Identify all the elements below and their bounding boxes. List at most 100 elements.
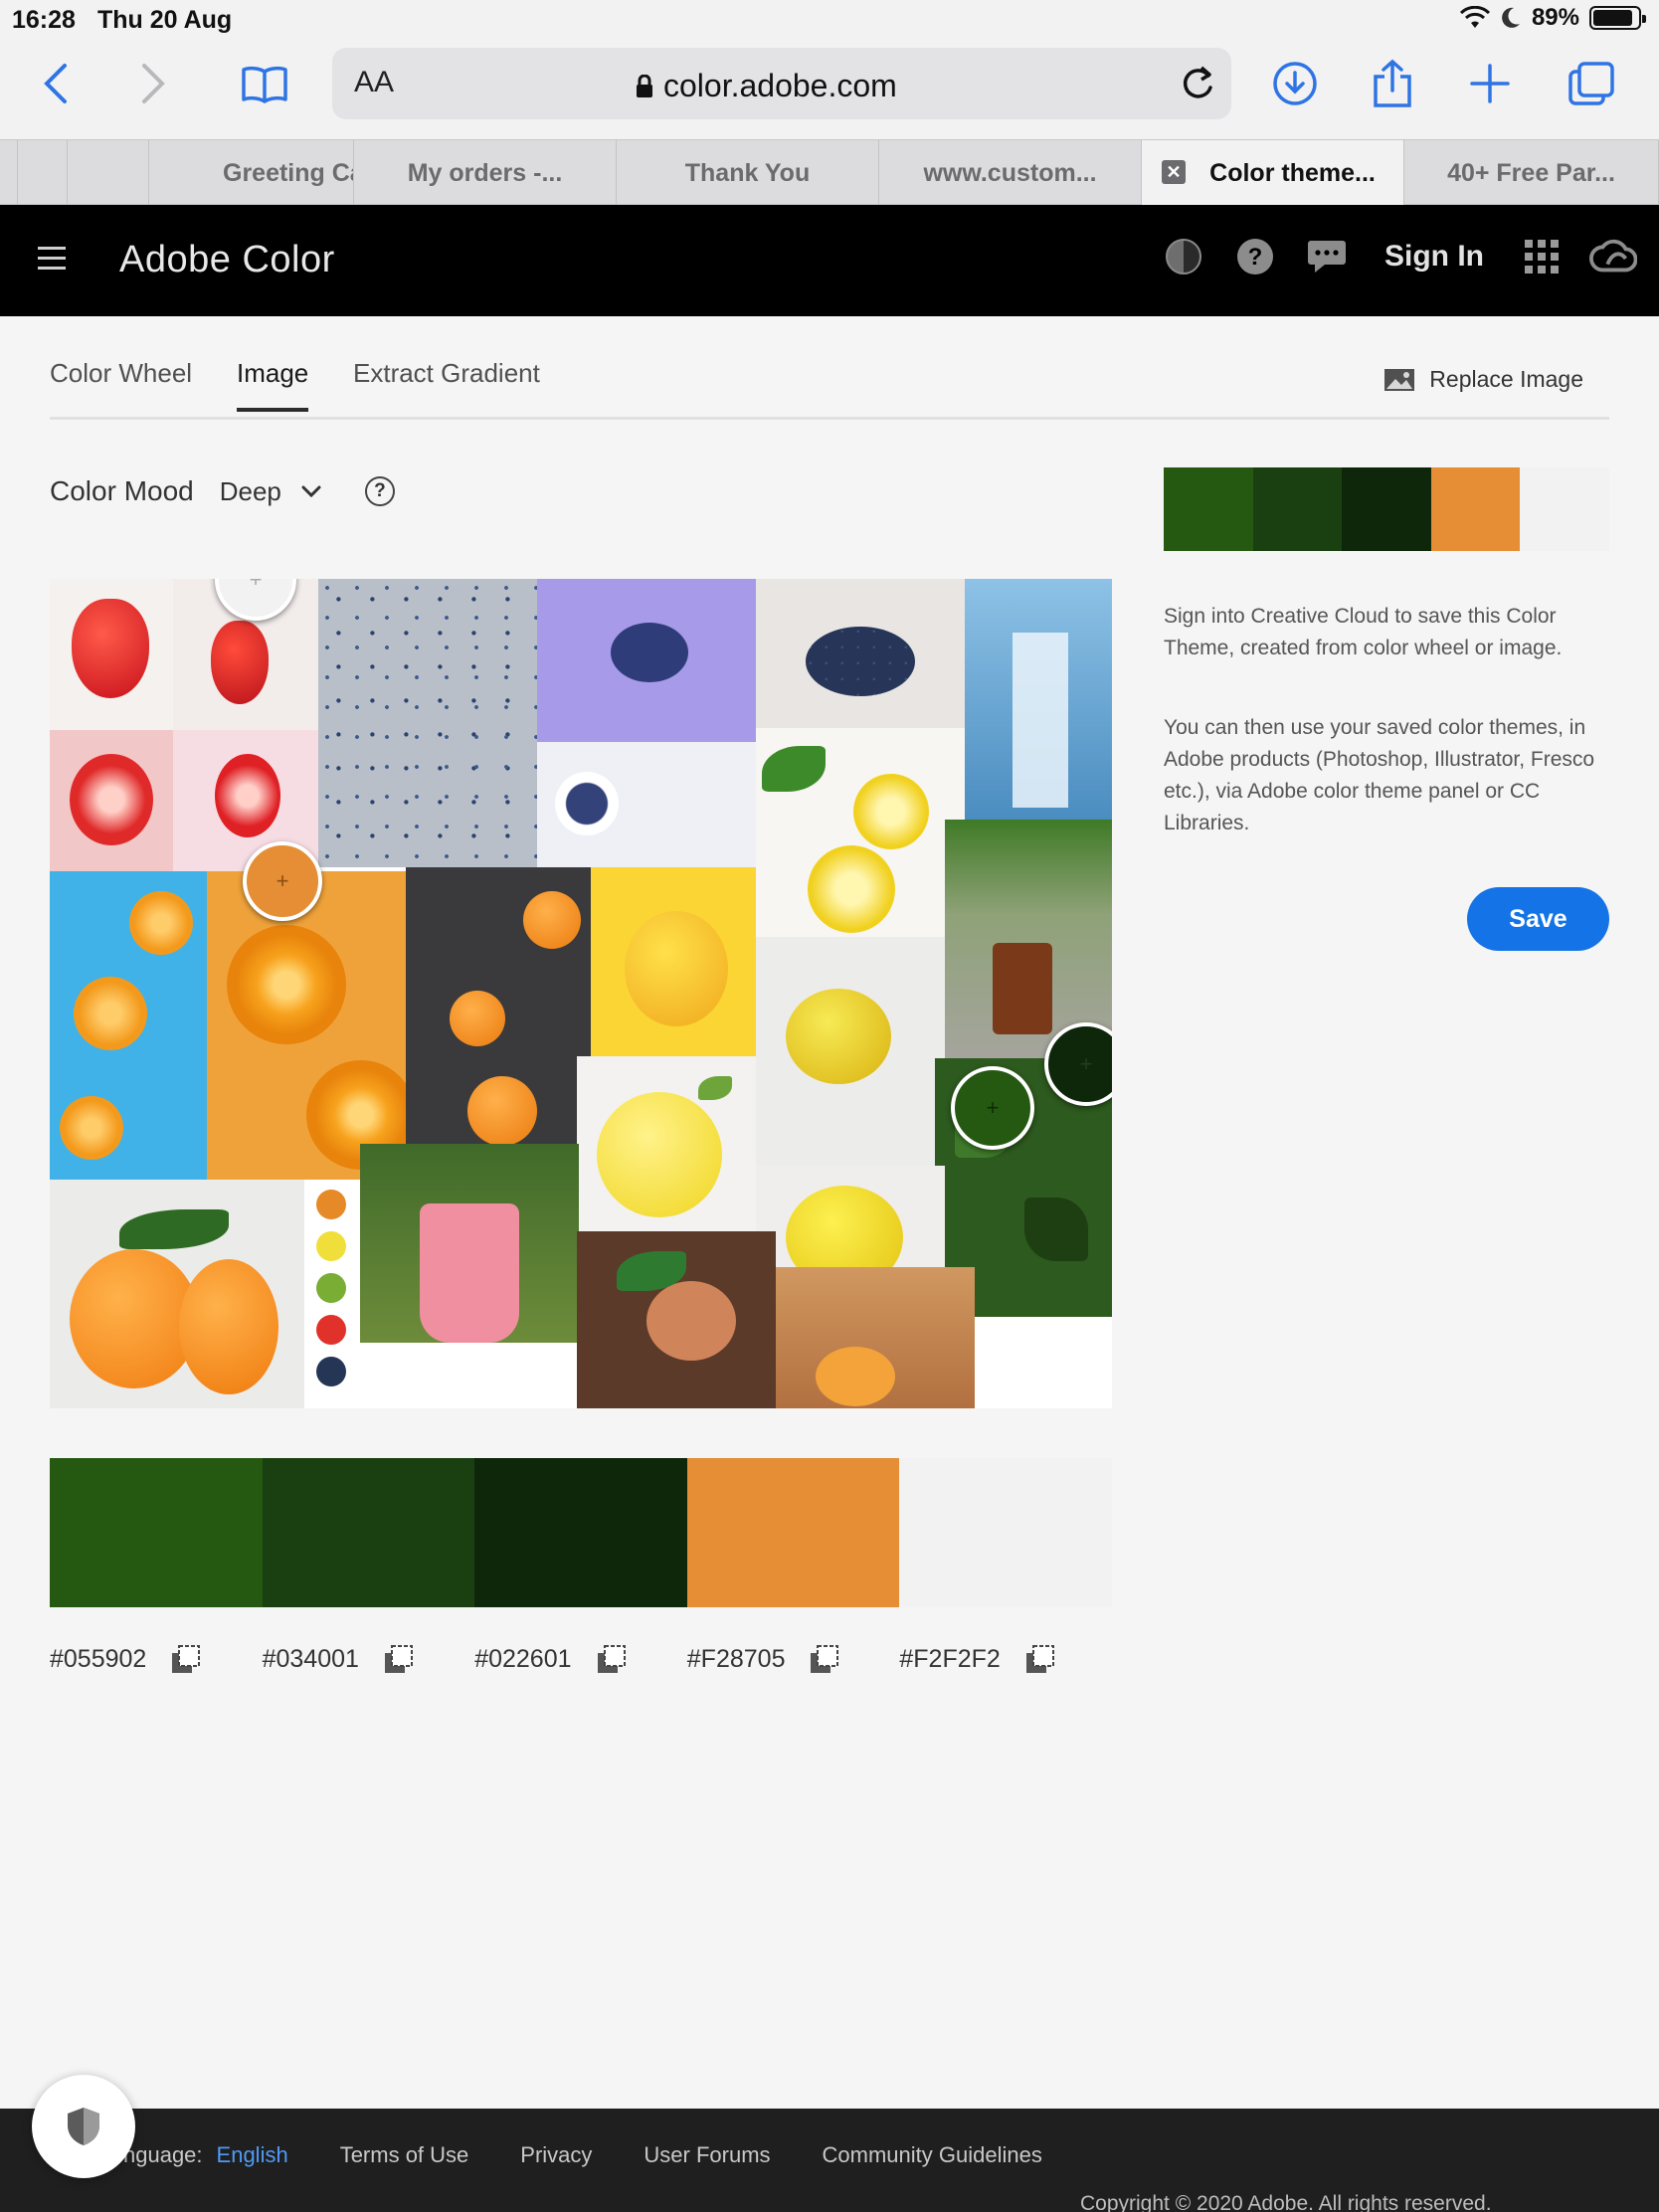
image-tile [756, 579, 965, 728]
creative-cloud-icon[interactable] [1589, 233, 1637, 280]
browser-toolbar: AA color.adobe.com [0, 40, 1659, 139]
theme-swatch[interactable] [1430, 467, 1521, 551]
reader-aa-button[interactable]: AA [354, 66, 394, 99]
browser-tab[interactable]: My orders -... [354, 140, 617, 206]
download-icon [1273, 62, 1317, 105]
mood-help-icon[interactable]: ? [364, 476, 395, 506]
footer-link-forums[interactable]: User Forums [644, 2142, 770, 2168]
tab-stack[interactable] [18, 140, 68, 206]
image-tile [50, 730, 173, 871]
privacy-shield-button[interactable] [32, 2075, 135, 2178]
color-picker-handle[interactable]: + [243, 841, 322, 921]
language-label: nguage: [123, 2142, 203, 2167]
tab-color-wheel[interactable]: Color Wheel [50, 358, 192, 389]
image-tile [304, 1180, 360, 1408]
share-button[interactable] [1363, 54, 1422, 113]
help-icon[interactable]: ? [1231, 233, 1279, 280]
reload-icon [1183, 66, 1212, 98]
battery-level [1593, 10, 1633, 26]
hex-code-cell: #F2F2F2 [899, 1643, 1112, 1675]
image-tile [50, 579, 173, 730]
image-tile [360, 1144, 579, 1343]
mode-tabs: Color Wheel Image Extract Gradient Repla… [50, 316, 1609, 420]
tab-stack[interactable] [68, 140, 149, 206]
sign-in-link[interactable]: Sign In [1384, 240, 1484, 274]
color-swatch[interactable] [50, 1458, 263, 1607]
language-value[interactable]: English [217, 2142, 288, 2167]
image-tile [965, 579, 1112, 820]
theme-toggle-icon[interactable] [1160, 233, 1207, 280]
theme-preview-strip [1164, 467, 1609, 551]
copy-icon[interactable] [383, 1643, 415, 1675]
tabs-overview-button[interactable] [1562, 54, 1621, 113]
brand-title[interactable]: Adobe Color [119, 239, 335, 281]
hex-code[interactable]: #022601 [474, 1645, 571, 1674]
image-tile [50, 1180, 304, 1408]
tab-extract-gradient[interactable]: Extract Gradient [353, 358, 540, 389]
new-tab-button[interactable] [1460, 54, 1520, 113]
battery-percent: 89% [1531, 4, 1579, 31]
close-tab-icon[interactable]: ✕ [1162, 160, 1186, 184]
footer-link-privacy[interactable]: Privacy [520, 2142, 592, 2168]
copy-icon[interactable] [1024, 1643, 1056, 1675]
browser-tab[interactable]: www.custom... [879, 140, 1142, 206]
image-tile [318, 579, 537, 867]
image-tile [756, 937, 945, 1166]
copy-icon[interactable] [809, 1643, 840, 1675]
hex-code[interactable]: #F2F2F2 [899, 1645, 1000, 1674]
color-swatch[interactable] [899, 1458, 1112, 1607]
footer-link-terms[interactable]: Terms of Use [340, 2142, 469, 2168]
color-swatch[interactable] [686, 1458, 900, 1607]
hex-code-cell: #034001 [263, 1643, 475, 1675]
image-tile [756, 728, 965, 937]
wifi-icon [1459, 6, 1490, 28]
color-swatch[interactable] [474, 1458, 687, 1607]
browser-tab[interactable]: 40+ Free Par... [1404, 140, 1659, 206]
color-picker-handle[interactable]: + [951, 1066, 1034, 1150]
status-right: 89% [1459, 4, 1646, 32]
image-icon [1384, 368, 1415, 391]
tab-stack[interactable] [0, 140, 18, 206]
theme-swatch[interactable] [1520, 467, 1609, 551]
reload-button[interactable] [1178, 62, 1217, 108]
hex-code[interactable]: #034001 [263, 1645, 359, 1674]
source-image[interactable]: + + + + [50, 579, 1112, 1408]
downloads-button[interactable] [1265, 54, 1325, 113]
color-swatch[interactable] [262, 1458, 475, 1607]
forward-button[interactable] [123, 54, 183, 113]
image-tile [577, 1056, 756, 1245]
color-mood: Color Mood Deep ? [50, 475, 395, 507]
url-display[interactable]: color.adobe.com [636, 68, 897, 104]
footer-link-guidelines[interactable]: Community Guidelines [823, 2142, 1042, 2168]
color-mood-value: Deep [219, 475, 281, 506]
hex-code-cell: #055902 [50, 1643, 263, 1675]
apps-grid-icon[interactable] [1518, 233, 1566, 280]
image-tile [577, 1231, 776, 1408]
browser-tab-active[interactable]: ✕ Color theme... [1142, 140, 1404, 206]
status-time: 16:28 [12, 6, 76, 34]
language-selector[interactable]: nguage: English [123, 2142, 288, 2168]
image-tile [406, 867, 591, 1144]
browser-tab[interactable]: Thank You [617, 140, 879, 206]
chat-icon[interactable] [1303, 233, 1351, 280]
browser-tab[interactable]: Greeting Ca [149, 140, 354, 206]
address-bar[interactable]: AA color.adobe.com [332, 48, 1231, 119]
copy-icon[interactable] [596, 1643, 628, 1675]
theme-swatch[interactable] [1164, 467, 1253, 551]
menu-icon[interactable] [38, 247, 66, 276]
status-date: Thu 20 Aug [97, 6, 233, 34]
tab-image[interactable]: Image [237, 358, 309, 412]
hex-code[interactable]: #055902 [50, 1645, 146, 1674]
image-tile [207, 871, 406, 1180]
theme-swatch[interactable] [1342, 467, 1431, 551]
bookmarks-button[interactable] [235, 54, 294, 113]
tab-strip: Greeting Ca My orders -... Thank You www… [0, 139, 1659, 206]
theme-swatch[interactable] [1252, 467, 1343, 551]
back-button[interactable] [26, 54, 86, 113]
copy-icon[interactable] [170, 1643, 202, 1675]
hex-code[interactable]: #F28705 [687, 1645, 786, 1674]
save-button[interactable]: Save [1467, 887, 1609, 951]
color-mood-select[interactable]: Deep [220, 476, 321, 507]
replace-image-button[interactable]: Replace Image [1383, 366, 1583, 393]
url-text: color.adobe.com [663, 68, 897, 103]
